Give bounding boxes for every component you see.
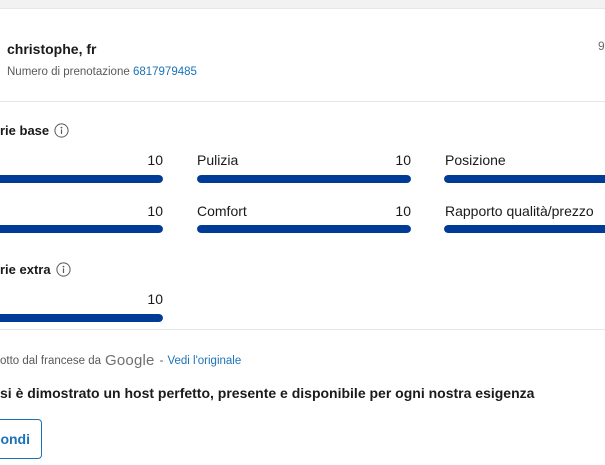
category-bar-fill: [0, 314, 163, 322]
category-label-value-for-money: Rapporto qualità/prezzo: [445, 203, 594, 219]
category-bar-value-for-money: [444, 225, 605, 233]
category-bar-fill: [0, 225, 163, 233]
category-bar-fill: [197, 225, 411, 233]
review-header: christophe, fr Numero di prenotazione 68…: [0, 9, 605, 102]
google-logo: Google: [105, 352, 155, 369]
category-bar-fill: [444, 175, 605, 183]
reply-button[interactable]: ondi: [0, 419, 42, 459]
section-divider: [0, 329, 605, 330]
category-score: 10: [147, 203, 163, 219]
review-score-partial: 9: [598, 39, 605, 53]
category-bar-comfort: [197, 225, 411, 233]
info-icon[interactable]: [54, 123, 69, 138]
translation-separator: -: [159, 354, 164, 367]
basic-categories-title: rie base: [0, 123, 69, 138]
category-score-comfort: 10: [395, 203, 411, 219]
review-card: christophe, fr Numero di prenotazione 68…: [0, 8, 605, 465]
category-score: 10: [147, 152, 163, 168]
category-label-location: Posizione: [445, 152, 506, 168]
translation-prefix: otto dal francese da: [0, 354, 102, 367]
category-bar-fill: [197, 175, 411, 183]
category-bar-location: [444, 175, 605, 183]
reviewer-name: christophe, fr: [7, 41, 97, 57]
category-bar-fill: [0, 175, 163, 183]
category-bar-fill: [444, 225, 605, 233]
booking-number-label: Numero di prenotazione: [7, 66, 130, 78]
category-bar: [0, 314, 163, 322]
category-label-comfort: Comfort: [197, 203, 247, 219]
translation-notice: otto dal francese da Google - Vedi l'ori…: [0, 352, 241, 369]
see-original-link[interactable]: Vedi l'originale: [167, 355, 241, 367]
extra-categories-label: rie extra: [0, 262, 51, 277]
info-icon[interactable]: [55, 262, 71, 277]
category-score-cleanliness: 10: [395, 152, 411, 168]
review-text: si è dimostrato un host perfetto, presen…: [0, 385, 535, 401]
booking-number-link[interactable]: 6817979485: [133, 66, 197, 78]
basic-categories-label: rie base: [0, 123, 50, 138]
category-score: 10: [147, 291, 163, 307]
category-bar-cleanliness: [197, 175, 411, 183]
category-label-cleanliness: Pulizia: [197, 152, 239, 168]
category-bar: [0, 225, 163, 233]
extra-categories-title: rie extra: [0, 262, 71, 277]
category-bar: [0, 175, 163, 183]
booking-number-row: Numero di prenotazione 6817979485: [7, 66, 197, 78]
